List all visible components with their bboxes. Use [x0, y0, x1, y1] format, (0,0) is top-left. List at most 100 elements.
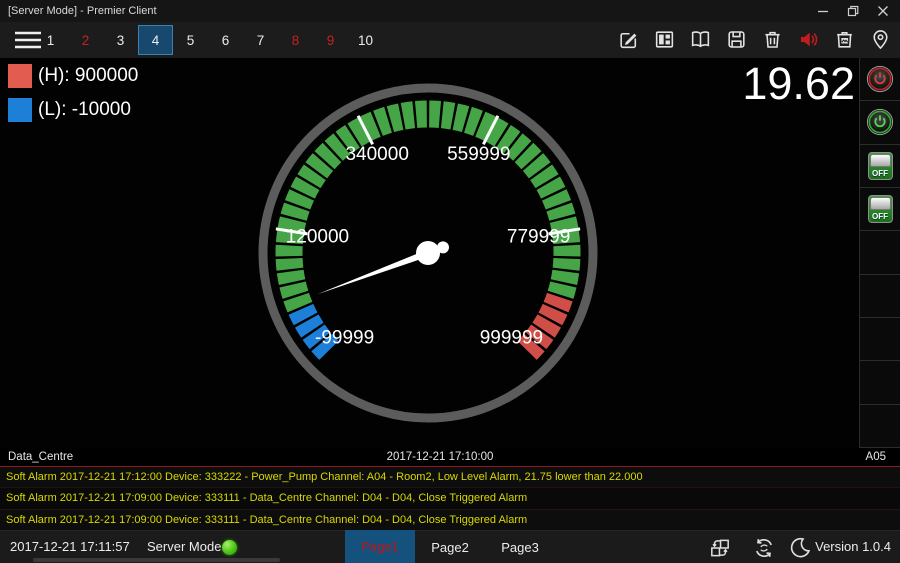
gauge-segment	[294, 207, 297, 217]
legend-low-row: (L): -10000	[8, 97, 138, 122]
edit-icon[interactable]	[616, 27, 641, 52]
gauge-needle	[317, 250, 429, 294]
screen-tab-5[interactable]: 5	[173, 25, 208, 55]
sync-icon[interactable]	[751, 535, 777, 561]
screen-tab-8[interactable]: 8	[278, 25, 313, 55]
gauge-segment	[561, 285, 564, 295]
gauge-segment	[344, 136, 353, 142]
legend-high-label: (H): 900000	[38, 65, 138, 87]
page-button-Page2[interactable]: Page2	[415, 531, 485, 563]
gauge-segment	[366, 124, 376, 128]
gauge-segment	[429, 114, 440, 115]
gauge-tick-label: -99999	[315, 327, 374, 348]
power-on-button[interactable]	[860, 101, 900, 144]
toggle-label: OFF	[869, 211, 892, 222]
gauge: -99999120000340000559999779999999999	[250, 75, 606, 431]
gauge-segment	[559, 207, 562, 217]
gauge-segment	[533, 162, 540, 170]
gauge-segment	[289, 259, 290, 270]
sidebar-cell-empty-9	[860, 405, 900, 448]
minimize-icon[interactable]	[808, 0, 838, 22]
gauge-segment	[309, 172, 315, 181]
gauge-segment	[355, 130, 364, 135]
toolbar: 12345678910	[0, 22, 900, 58]
power-off-button[interactable]	[860, 58, 900, 101]
gauge-footer: Data_Centre 2017-12-21 17:10:00 A05	[0, 448, 900, 466]
layout-grid-icon[interactable]	[652, 27, 677, 52]
delete-icon[interactable]	[760, 27, 785, 52]
location-icon[interactable]	[868, 27, 893, 52]
legend-high-swatch	[8, 64, 32, 88]
gauge-segment	[556, 297, 560, 307]
toggle-label: OFF	[869, 168, 892, 179]
gauge-segment	[492, 130, 501, 135]
gauge-segment	[548, 183, 553, 192]
clear-history-icon[interactable]	[832, 27, 857, 52]
page-button-Page3[interactable]: Page3	[485, 531, 555, 563]
gauge-segment	[296, 297, 300, 307]
gauge-segment	[301, 309, 306, 319]
gauge-legend: (H): 900000 (L): -10000	[8, 63, 138, 131]
swap-layout-icon[interactable]	[707, 535, 733, 561]
gauge-segment	[290, 272, 292, 283]
night-mode-icon[interactable]	[787, 535, 813, 561]
gauge-segment	[298, 195, 302, 205]
server-status-indicator	[222, 540, 237, 555]
alarm-row-3[interactable]: Soft Alarm 2017-12-21 17:09:00 Device: 3…	[0, 510, 900, 531]
screen-tab-2[interactable]: 2	[68, 25, 103, 55]
toggle-switch-2[interactable]: OFF	[860, 188, 900, 231]
gauge-segment	[442, 115, 453, 117]
gauge-timestamp: 2017-12-21 17:10:00	[0, 448, 880, 466]
toolbar-icons	[616, 27, 893, 52]
title-bar: [Server Mode] - Premier Client	[0, 0, 900, 22]
gauge-segment	[403, 115, 414, 117]
gauge-segment	[416, 114, 427, 115]
alarm-list: Soft Alarm 2017-12-21 17:12:00 Device: 3…	[0, 466, 900, 531]
logbook-icon[interactable]	[688, 27, 713, 52]
gauge-segment	[334, 144, 342, 151]
gauge-tick-label: 120000	[286, 227, 349, 248]
screen-tab-3[interactable]: 3	[103, 25, 138, 55]
app-window: [Server Mode] - Premier Client 123456789…	[0, 0, 900, 563]
sidebar-cell-empty-5	[860, 231, 900, 274]
screen-tab-4[interactable]: 4	[138, 25, 173, 55]
gauge-segment	[544, 321, 550, 330]
version-label: Version 1.0.4	[815, 531, 891, 563]
screen-tab-10[interactable]: 10	[348, 25, 383, 55]
toggle-switch-1[interactable]: OFF	[860, 145, 900, 188]
page-button-Page1[interactable]: Page1	[345, 530, 415, 563]
legend-high-row: (H): 900000	[8, 63, 138, 88]
gauge-segment	[480, 124, 490, 128]
gauge-segment	[303, 183, 308, 192]
screen-tab-1[interactable]: 1	[33, 25, 68, 55]
gauge-segment	[554, 195, 558, 205]
horizontal-scrollbar-thumb[interactable]	[33, 558, 280, 562]
gauge-segment	[564, 272, 566, 283]
toggle-knob	[870, 197, 891, 210]
toggle-off-icon: OFF	[868, 152, 893, 180]
alarm-row-2[interactable]: Soft Alarm 2017-12-21 17:09:00 Device: 3…	[0, 488, 900, 509]
gauge-segment	[468, 120, 478, 123]
screen-tab-9[interactable]: 9	[313, 25, 348, 55]
restore-icon[interactable]	[838, 0, 868, 22]
gauge-segment	[307, 321, 313, 330]
close-icon[interactable]	[868, 0, 898, 22]
legend-low-label: (L): -10000	[38, 99, 131, 121]
screen-tab-7[interactable]: 7	[243, 25, 278, 55]
gauge-segment	[524, 153, 531, 161]
screen-tab-6[interactable]: 6	[208, 25, 243, 55]
gauge-segment	[514, 144, 522, 151]
alarm-sound-icon[interactable]	[796, 27, 821, 52]
gauge-segment	[541, 172, 547, 181]
legend-low-swatch	[8, 98, 32, 122]
channel-label: A05	[866, 448, 886, 466]
sidebar-cell-empty-8	[860, 361, 900, 404]
toggle-off-icon: OFF	[868, 195, 893, 223]
alarm-row-1[interactable]: Soft Alarm 2017-12-21 17:12:00 Device: 3…	[0, 467, 900, 488]
gauge-segment	[316, 162, 323, 170]
gauge-segment	[378, 120, 388, 123]
save-icon[interactable]	[724, 27, 749, 52]
control-sidebar: OFF OFF	[859, 58, 900, 448]
sidebar-cell-empty-6	[860, 275, 900, 318]
window-controls	[808, 0, 898, 22]
